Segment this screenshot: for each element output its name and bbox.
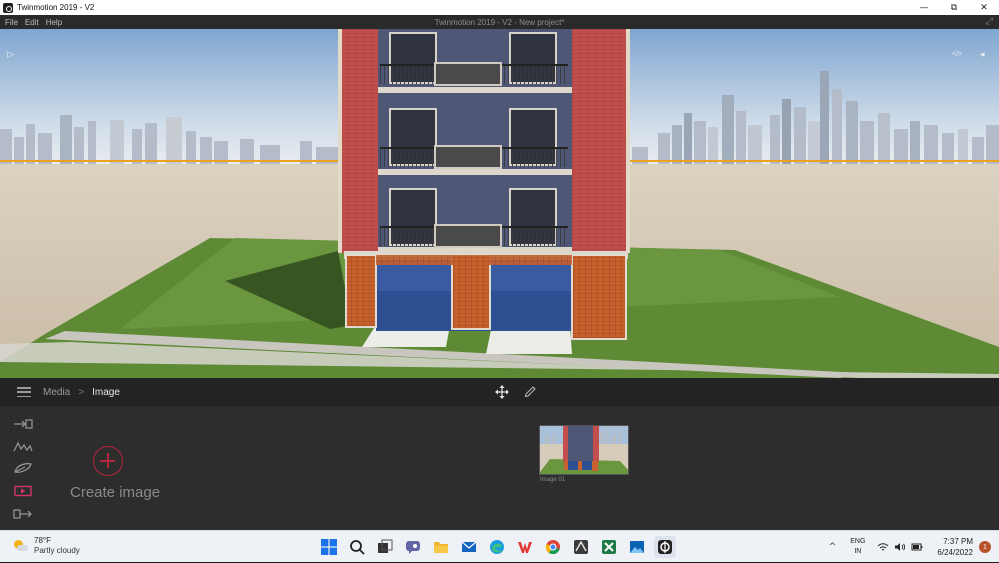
media-icon[interactable] bbox=[13, 484, 33, 498]
twinmotion-icon[interactable] bbox=[654, 536, 676, 558]
create-image-label: Create image bbox=[70, 484, 161, 501]
wps-office-icon[interactable] bbox=[514, 536, 536, 558]
quick-settings[interactable] bbox=[877, 542, 923, 552]
partly-cloudy-icon bbox=[12, 539, 28, 553]
app-menu-bar: File Edit Help Twinmotion 2019 - V2 - Ne… bbox=[0, 15, 999, 29]
landscape-icon[interactable] bbox=[13, 439, 33, 453]
code-view-icon[interactable]: </> bbox=[952, 51, 962, 58]
leaf-icon[interactable] bbox=[13, 461, 33, 475]
breadcrumb-image: Image bbox=[92, 386, 120, 398]
clock[interactable]: 7:37 PM 6/24/2022 bbox=[937, 536, 973, 558]
window-title: Twinmotion 2019 - V2 bbox=[17, 3, 95, 12]
weather-description: Partly cloudy bbox=[34, 546, 80, 555]
mail-icon[interactable] bbox=[458, 536, 480, 558]
move-icon[interactable] bbox=[494, 384, 510, 400]
windows-taskbar: 78°F Partly cloudy ^ ENG IN 7:37 PM 6/24… bbox=[0, 530, 999, 562]
window-controls: — ⧉ ✕ bbox=[909, 0, 999, 15]
media-panel: Create image Image 01 bbox=[0, 406, 999, 530]
file-explorer-icon[interactable] bbox=[430, 536, 452, 558]
clock-time: 7:37 PM bbox=[943, 537, 973, 546]
system-tray: ^ ENG IN 7:37 PM 6/24/2022 1 bbox=[829, 531, 999, 563]
weather-temperature: 78°F bbox=[34, 536, 51, 545]
export-icon[interactable] bbox=[13, 507, 33, 521]
3d-viewport[interactable]: ▷ </> ◂ bbox=[0, 29, 999, 378]
right-panel-toggle-icon[interactable]: ◂ bbox=[980, 49, 985, 60]
window-title-bar: Twinmotion 2019 - V2 — ⧉ ✕ bbox=[0, 0, 999, 15]
task-view-icon[interactable] bbox=[374, 536, 396, 558]
clock-date: 6/24/2022 bbox=[937, 548, 973, 557]
twinmotion-app-icon bbox=[3, 2, 13, 13]
wifi-icon bbox=[878, 543, 889, 551]
show-hidden-icons-icon[interactable]: ^ bbox=[829, 542, 837, 552]
scene-render bbox=[0, 29, 999, 378]
search-icon[interactable] bbox=[346, 536, 368, 558]
taskbar-apps bbox=[318, 536, 676, 558]
menu-edit[interactable]: Edit bbox=[25, 18, 39, 27]
side-toolbar bbox=[0, 406, 46, 530]
panel-tools bbox=[494, 384, 538, 400]
chrome-icon[interactable] bbox=[542, 536, 564, 558]
notification-badge[interactable]: 1 bbox=[979, 541, 991, 553]
minimize-button[interactable]: — bbox=[909, 0, 939, 15]
close-button[interactable]: ✕ bbox=[969, 0, 999, 15]
battery-icon bbox=[911, 543, 923, 551]
excel-icon[interactable] bbox=[598, 536, 620, 558]
photos-icon[interactable] bbox=[626, 536, 648, 558]
left-panel-toggle-icon[interactable]: ▷ bbox=[7, 49, 14, 60]
fullscreen-icon[interactable]: ⤢ bbox=[986, 16, 993, 27]
edge-icon[interactable] bbox=[486, 536, 508, 558]
breadcrumb-separator: > bbox=[78, 386, 85, 398]
windows-start-icon[interactable] bbox=[318, 536, 340, 558]
thumbnail-label: Image 01 bbox=[540, 477, 566, 483]
menu-file[interactable]: File bbox=[5, 18, 18, 27]
hamburger-menu-icon[interactable] bbox=[17, 387, 31, 397]
teams-chat-icon[interactable] bbox=[402, 536, 424, 558]
language-region: IN bbox=[854, 548, 862, 555]
breadcrumb-media[interactable]: Media bbox=[43, 387, 70, 398]
create-image-button[interactable]: Create image bbox=[70, 444, 161, 508]
vectorworks-icon[interactable] bbox=[570, 536, 592, 558]
document-title: Twinmotion 2019 - V2 - New project* bbox=[434, 17, 565, 27]
weather-widget[interactable]: 78°F Partly cloudy bbox=[12, 536, 80, 555]
import-icon[interactable] bbox=[13, 417, 33, 431]
panel-header: Media > Image bbox=[0, 378, 999, 406]
image-thumbnail[interactable] bbox=[539, 425, 629, 475]
maximize-button[interactable]: ⧉ bbox=[939, 0, 969, 15]
volume-icon bbox=[895, 543, 906, 551]
add-circle-icon bbox=[93, 446, 123, 476]
language-indicator[interactable]: ENG IN bbox=[850, 537, 865, 557]
menu-help[interactable]: Help bbox=[46, 18, 62, 27]
thumbnail-preview bbox=[540, 426, 628, 474]
language-code: ENG bbox=[850, 538, 866, 545]
pen-edit-icon[interactable] bbox=[522, 384, 538, 400]
